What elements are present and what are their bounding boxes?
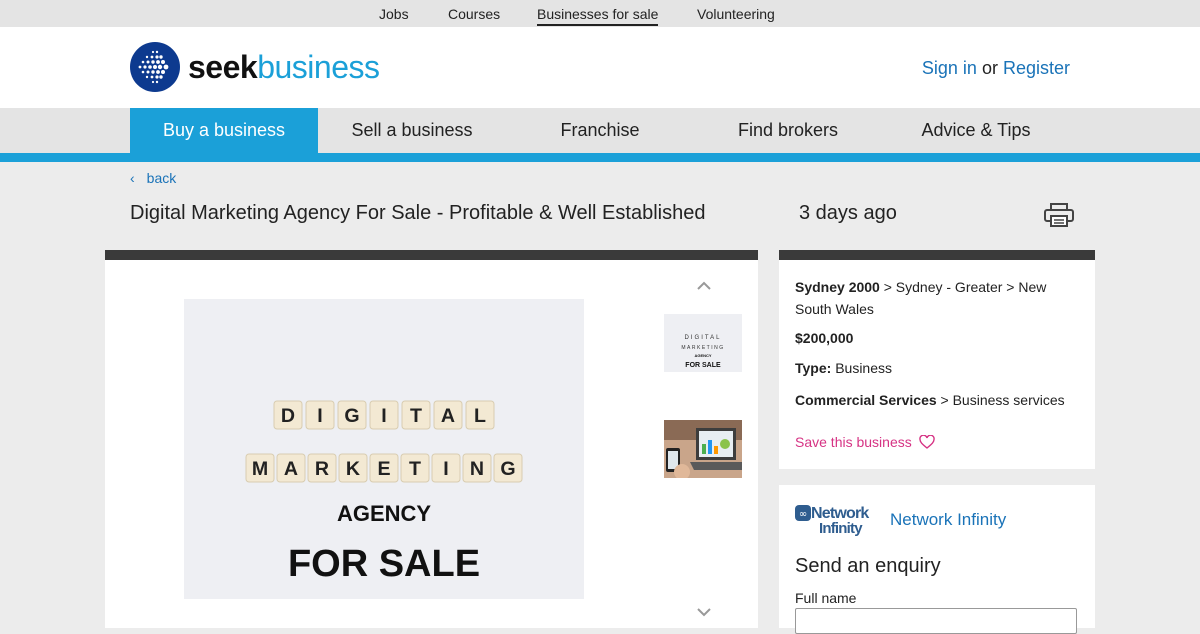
top-links-bar: Jobs Courses Businesses for sale Volunte… bbox=[0, 0, 1200, 27]
seek-business-logo[interactable]: seekbusiness bbox=[130, 42, 380, 92]
nav-franchise[interactable]: Franchise bbox=[506, 108, 694, 153]
letter-tile-text: E bbox=[377, 458, 390, 480]
print-icon[interactable] bbox=[1044, 203, 1074, 227]
category-main[interactable]: Commercial Services bbox=[795, 392, 937, 408]
top-link-businesses-for-sale[interactable]: Businesses for sale bbox=[537, 6, 659, 26]
top-link-jobs[interactable]: Jobs bbox=[379, 6, 409, 22]
up-arrow-icon[interactable] bbox=[696, 281, 712, 291]
enquiry-title: Send an enquiry bbox=[795, 555, 941, 577]
save-business-label: Save this business bbox=[795, 434, 912, 450]
type-label: Type: bbox=[795, 360, 832, 376]
nav-sell-a-business[interactable]: Sell a business bbox=[318, 108, 506, 153]
type-value: Business bbox=[831, 360, 893, 376]
letter-tile-text: D bbox=[281, 405, 295, 427]
nav-find-brokers[interactable]: Find brokers bbox=[694, 108, 882, 153]
svg-text:∞: ∞ bbox=[799, 509, 807, 520]
logo-seek-text: seek bbox=[188, 49, 258, 85]
thumbnail-1-graphic: DIGITAL MARKETING AGENCY FOR SALE bbox=[664, 314, 742, 372]
letter-tile-text: G bbox=[500, 458, 515, 480]
main-image-agency: AGENCY bbox=[337, 501, 431, 526]
top-link-courses[interactable]: Courses bbox=[448, 6, 500, 22]
letter-tile-text: L bbox=[474, 405, 486, 427]
location-suburb[interactable]: Sydney 2000 bbox=[795, 279, 880, 295]
thumbnail-2[interactable] bbox=[664, 420, 742, 478]
letter-tile-text: I bbox=[317, 405, 322, 427]
network-infinity-logo[interactable]: ∞ Network Infinity bbox=[795, 503, 875, 539]
thumbnail-1-word-4: FOR SALE bbox=[685, 362, 721, 369]
details-top-bar bbox=[779, 250, 1095, 260]
letter-tile-text: M bbox=[252, 458, 268, 480]
nav-advice-tips[interactable]: Advice & Tips bbox=[882, 108, 1070, 153]
image-gallery: DIGITAL MARKETING AGENCY FOR SALE DIGITA… bbox=[105, 250, 758, 628]
full-name-label: Full name bbox=[795, 590, 857, 606]
enquiry-card: ∞ Network Infinity Network Infinity Send… bbox=[779, 485, 1095, 634]
letter-tile-text: T bbox=[410, 405, 422, 427]
agency-name-link[interactable]: Network Infinity bbox=[890, 510, 1006, 530]
back-link[interactable]: ‹ back bbox=[130, 170, 176, 186]
save-business-button[interactable]: Save this business bbox=[795, 431, 1085, 453]
auth-links: Sign in or Register bbox=[922, 58, 1070, 79]
logo-wordmark: seekbusiness bbox=[188, 49, 380, 85]
letter-tile-text: G bbox=[344, 405, 359, 427]
thumbnail-1-word-3: AGENCY bbox=[694, 353, 711, 358]
category-sub[interactable]: > Business services bbox=[937, 392, 1065, 408]
price-line: $200,000 bbox=[795, 327, 1085, 349]
main-nav: Buy a business Sell a business Franchise… bbox=[0, 108, 1200, 153]
network-logo-line2: Infinity bbox=[819, 520, 863, 537]
full-name-input[interactable] bbox=[795, 608, 1077, 634]
letter-tile-text: I bbox=[443, 458, 448, 480]
back-label: back bbox=[146, 170, 177, 186]
heart-icon bbox=[918, 434, 935, 449]
letter-tile-text: I bbox=[381, 405, 386, 427]
listing-details-card: Sydney 2000 > Sydney - Greater > New Sou… bbox=[779, 250, 1095, 469]
letter-tile-text: T bbox=[409, 458, 421, 480]
category-line: Commercial Services > Business services bbox=[795, 389, 1085, 411]
site-header: seekbusiness Sign in or Register bbox=[0, 27, 1200, 108]
letter-tile-text: A bbox=[441, 405, 455, 427]
back-chevron-icon: ‹ bbox=[130, 170, 135, 186]
letter-tile-text: R bbox=[315, 458, 329, 480]
nav-buy-a-business[interactable]: Buy a business bbox=[130, 108, 318, 153]
logo-business-text: business bbox=[257, 49, 380, 85]
thumbnail-1-word-1: DIGITAL bbox=[685, 335, 722, 341]
main-listing-image[interactable]: DIGITAL MARKETING AGENCY FOR SALE bbox=[184, 299, 584, 599]
letter-tile-text: A bbox=[284, 458, 298, 480]
nav-underline bbox=[0, 153, 1200, 162]
sign-in-link[interactable]: Sign in bbox=[922, 58, 977, 78]
price-value: $200,000 bbox=[795, 330, 854, 346]
letter-tile-text: K bbox=[346, 458, 360, 480]
listing-title: Digital Marketing Agency For Sale - Prof… bbox=[130, 202, 706, 224]
thumbnail-1[interactable]: DIGITAL MARKETING AGENCY FOR SALE bbox=[664, 314, 742, 372]
thumbnail-2-graphic bbox=[664, 420, 742, 478]
gallery-top-bar bbox=[105, 250, 758, 260]
down-arrow-icon[interactable] bbox=[696, 607, 712, 617]
thumbnail-1-word-2: MARKETING bbox=[681, 345, 724, 351]
type-line: Type: Business bbox=[795, 357, 1085, 379]
auth-or-text: or bbox=[981, 58, 998, 78]
register-link[interactable]: Register bbox=[1003, 58, 1070, 78]
location-line: Sydney 2000 > Sydney - Greater > New Sou… bbox=[795, 276, 1085, 320]
main-image-for-sale: FOR SALE bbox=[288, 543, 480, 585]
seek-logo-icon bbox=[130, 42, 180, 92]
posted-time: 3 days ago bbox=[799, 202, 897, 224]
main-image-graphic: DIGITAL MARKETING AGENCY FOR SALE bbox=[184, 299, 584, 599]
top-link-volunteering[interactable]: Volunteering bbox=[697, 6, 775, 22]
letter-tile-text: N bbox=[470, 458, 484, 480]
